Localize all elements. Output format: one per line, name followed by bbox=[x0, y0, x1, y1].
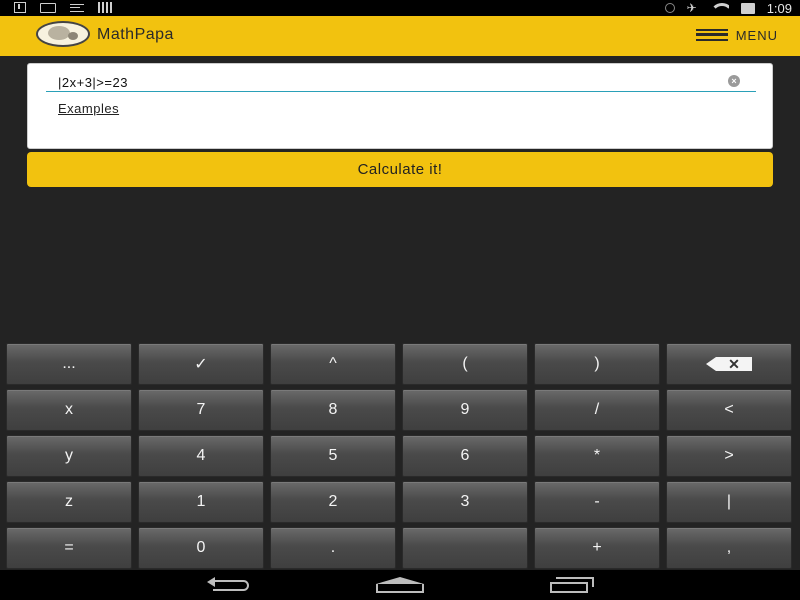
key-minus[interactable]: - bbox=[534, 481, 660, 523]
key-decimal[interactable]: . bbox=[270, 527, 396, 569]
app-title: MathPapa bbox=[97, 26, 174, 43]
mathpapa-logo bbox=[36, 21, 90, 47]
wifi-icon bbox=[709, 2, 729, 14]
notes-icon bbox=[70, 3, 84, 12]
notification-icons bbox=[14, 2, 114, 13]
status-bar: ✈ 1:09 bbox=[0, 0, 800, 16]
key-5[interactable]: 5 bbox=[270, 435, 396, 477]
key-greater-than[interactable]: > bbox=[666, 435, 792, 477]
key-0[interactable]: 0 bbox=[138, 527, 264, 569]
key-close-paren[interactable]: ) bbox=[534, 343, 660, 385]
key-divide[interactable]: / bbox=[534, 389, 660, 431]
key-z[interactable]: z bbox=[6, 481, 132, 523]
key-9[interactable]: 9 bbox=[402, 389, 528, 431]
bluetooth-icon bbox=[664, 3, 675, 13]
key-equals[interactable]: = bbox=[6, 527, 132, 569]
back-icon[interactable] bbox=[205, 577, 251, 593]
input-underline bbox=[46, 91, 756, 92]
app-bar: MathPapa MENU bbox=[0, 16, 800, 56]
key-pipe[interactable]: | bbox=[666, 481, 792, 523]
menu-label: MENU bbox=[735, 27, 778, 43]
recent-apps-icon[interactable] bbox=[550, 577, 594, 593]
message-icon bbox=[40, 2, 56, 13]
key-7[interactable]: 7 bbox=[138, 389, 264, 431]
key-comma[interactable]: , bbox=[666, 527, 792, 569]
close-circle-icon[interactable]: × bbox=[728, 75, 740, 87]
backspace-key[interactable]: ✕ bbox=[666, 343, 792, 385]
expression-card: × Examples bbox=[27, 63, 773, 149]
key-8[interactable]: 8 bbox=[270, 389, 396, 431]
key-open-paren[interactable]: ( bbox=[402, 343, 528, 385]
menu-button[interactable]: MENU bbox=[695, 27, 778, 43]
key-blank[interactable] bbox=[402, 527, 528, 569]
key-less-than[interactable]: < bbox=[666, 389, 792, 431]
key-multiply[interactable]: * bbox=[534, 435, 660, 477]
clock: 1:09 bbox=[766, 0, 792, 16]
barcode-icon bbox=[98, 2, 114, 13]
key-ellipsis[interactable]: ... bbox=[6, 343, 132, 385]
app-screen: ✈ 1:09 MathPapa MENU × Examples Calculat… bbox=[0, 0, 800, 600]
key-x[interactable]: x bbox=[6, 389, 132, 431]
download-icon bbox=[14, 2, 26, 13]
key-check[interactable]: ✓ bbox=[138, 343, 264, 385]
key-2[interactable]: 2 bbox=[270, 481, 396, 523]
key-4[interactable]: 4 bbox=[138, 435, 264, 477]
battery-icon bbox=[740, 2, 755, 14]
keypad: ... ✓ ^() ✕ x 7 8 9/< y 4 5 6 * > z 1 2 3- | = 0. +, bbox=[6, 343, 794, 571]
calculate-button[interactable]: Calculate it! bbox=[27, 152, 773, 187]
key-3[interactable]: 3 bbox=[402, 481, 528, 523]
backspace-icon: ✕ bbox=[706, 356, 752, 372]
key-1[interactable]: 1 bbox=[138, 481, 264, 523]
home-icon[interactable] bbox=[376, 577, 424, 593]
system-icons: ✈ 1:09 bbox=[664, 0, 792, 16]
navigation-bar bbox=[0, 570, 800, 600]
hamburger-icon bbox=[695, 29, 728, 41]
key-y[interactable]: y bbox=[6, 435, 132, 477]
examples-link[interactable]: Examples bbox=[58, 101, 119, 116]
expression-input[interactable] bbox=[46, 72, 756, 92]
key-caret[interactable]: ^ bbox=[270, 343, 396, 385]
airplane-icon: ✈ bbox=[686, 1, 697, 15]
key-plus[interactable]: + bbox=[534, 527, 660, 569]
key-6[interactable]: 6 bbox=[402, 435, 528, 477]
